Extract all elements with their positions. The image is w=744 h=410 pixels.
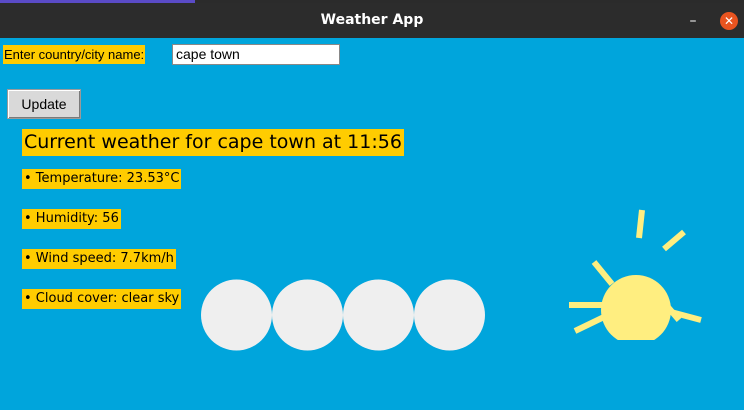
cloud-circle <box>201 279 272 351</box>
app-content: Enter country/city name: Update Current … <box>0 38 744 410</box>
weather-heading: Current weather for cape town at 11:56 <box>22 129 404 156</box>
close-icon[interactable]: ✕ <box>720 12 738 30</box>
cloud-circles-icon <box>200 278 490 353</box>
humidity-label: • Humidity: 56 <box>22 209 121 229</box>
temperature-label: • Temperature: 23.53°C <box>22 169 182 189</box>
window-titlebar[interactable]: Weather App – ✕ <box>0 3 744 38</box>
cloud-circle <box>414 279 485 351</box>
cloud-cover-label: • Cloud cover: clear sky <box>22 289 182 309</box>
city-input[interactable] <box>172 44 340 65</box>
cloud-circle <box>343 279 414 351</box>
update-button[interactable]: Update <box>7 89 81 119</box>
city-input-label: Enter country/city name: <box>3 45 146 64</box>
minimize-icon[interactable]: – <box>684 12 702 30</box>
sun-icon <box>566 206 706 340</box>
window-title: Weather App <box>320 12 424 28</box>
sun-disc <box>601 275 671 340</box>
sun-ray <box>591 260 615 286</box>
sun-ray <box>573 314 606 334</box>
wind-speed-label: • Wind speed: 7.7km/h <box>22 249 176 269</box>
cloud-circle <box>272 279 343 351</box>
sun-ray <box>662 229 686 252</box>
sun-ray <box>636 209 645 239</box>
